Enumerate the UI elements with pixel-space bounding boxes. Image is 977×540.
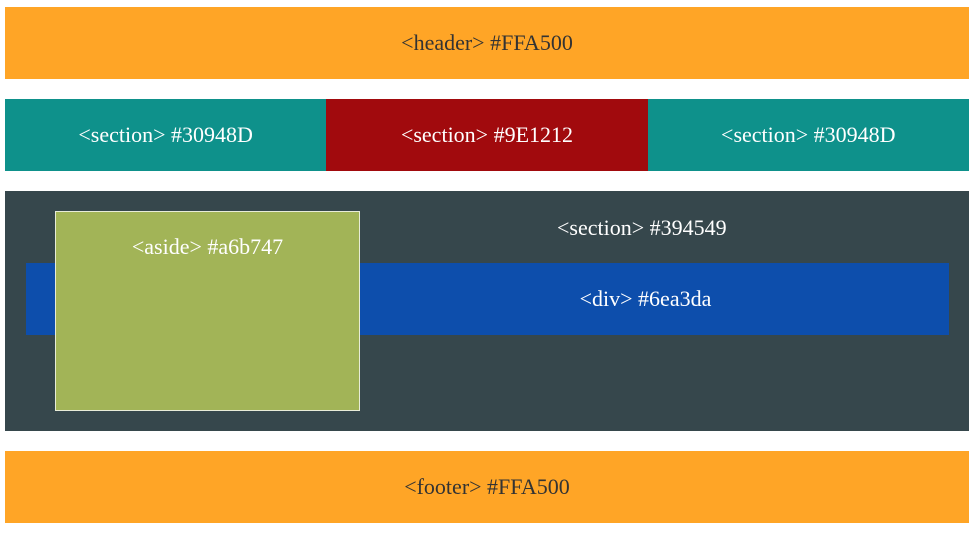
section-label: <section> #30948D bbox=[721, 122, 896, 147]
header-block: <header> #FFA500 bbox=[5, 7, 969, 79]
aside-block: <aside> #a6b747 bbox=[55, 211, 360, 411]
footer-label: <footer> #FFA500 bbox=[404, 474, 570, 499]
section-label: <section> #9E1212 bbox=[400, 122, 574, 147]
div-label: <div> #6ea3da bbox=[579, 286, 712, 311]
main-section-label: <section> #394549 bbox=[557, 215, 727, 240]
section-row: <section> #30948D <section> #9E1212 <sec… bbox=[5, 99, 969, 171]
section-label: <section> #30948D bbox=[78, 122, 253, 147]
section-red-middle: <section> #9E1212 bbox=[326, 99, 648, 171]
header-label: <header> #FFA500 bbox=[401, 30, 573, 55]
footer-block: <footer> #FFA500 bbox=[5, 451, 969, 523]
aside-label: <aside> #a6b747 bbox=[131, 234, 284, 259]
section-teal-left: <section> #30948D bbox=[5, 99, 327, 171]
section-teal-right: <section> #30948D bbox=[647, 99, 969, 171]
